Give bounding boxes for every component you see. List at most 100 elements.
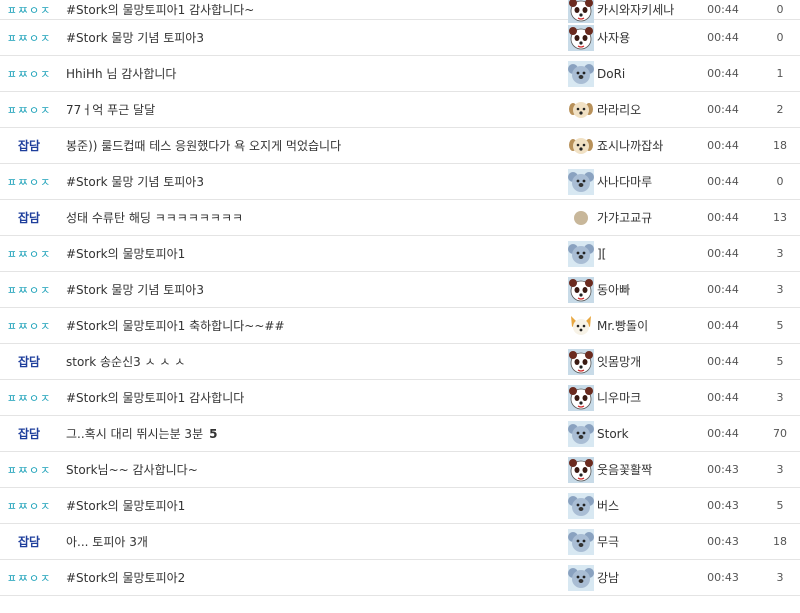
author-name[interactable]: 니우마크 bbox=[597, 389, 641, 406]
author-name[interactable]: 무극 bbox=[597, 533, 619, 550]
author[interactable]: 버스 bbox=[568, 488, 698, 523]
category-label[interactable]: ㅍㅉㅇㅈ bbox=[0, 560, 58, 595]
post-title-link[interactable]: stork 송순신3 ㅅ ㅅ ㅅ bbox=[66, 344, 550, 379]
author-name[interactable]: 강남 bbox=[597, 569, 619, 586]
post-row[interactable]: 잡담 성태 수류탄 해딩 ㅋㅋㅋㅋㅋㅋㅋㅋ 가갸고교규 00:44 13 bbox=[0, 200, 800, 236]
post-title-link[interactable]: 봉준)) 룰드컵때 테스 응원했다가 욕 오지게 먹었습니다 bbox=[66, 128, 550, 163]
post-title-link[interactable]: #Stork의 물망토피아1 축하합니다~~## bbox=[66, 308, 550, 343]
post-row[interactable]: ㅍㅉㅇㅈ 77ㅓ억 푸근 달달 라라리오 00:44 2 bbox=[0, 92, 800, 128]
author[interactable]: 가갸고교규 bbox=[568, 200, 698, 235]
post-row[interactable]: 잡담 봉준)) 룰드컵때 테스 응원했다가 욕 오지게 먹었습니다 죠시나까잡솨 00… bbox=[0, 128, 800, 164]
post-row[interactable]: 잡담 그..혹시 대리 뛰시는분 3분 5 Stork 00:44 70 bbox=[0, 416, 800, 452]
author[interactable]: 카시와자키세나 bbox=[568, 0, 698, 23]
post-title-link[interactable]: #Stork의 물망토피아1 감사합니다~ bbox=[66, 0, 550, 19]
post-title-link[interactable]: #Stork의 물망토피아2 bbox=[66, 560, 550, 595]
author-name[interactable]: 동아빠 bbox=[597, 281, 630, 298]
post-title[interactable]: #Stork의 물망토피아1 bbox=[66, 245, 185, 262]
post-title-link[interactable]: #Stork 물망 기념 토피아3 bbox=[66, 164, 550, 199]
post-title[interactable]: #Stork의 물망토피아2 bbox=[66, 569, 185, 586]
category-label[interactable]: ㅍㅉㅇㅈ bbox=[0, 452, 58, 487]
post-title-link[interactable]: 그..혹시 대리 뛰시는분 3분 5 bbox=[66, 416, 550, 451]
author[interactable]: ][ bbox=[568, 236, 698, 271]
post-row[interactable]: ㅍㅉㅇㅈ #Stork 물망 기념 토피아3 사나다마루 00:44 0 bbox=[0, 164, 800, 200]
category-label[interactable]: ㅍㅉㅇㅈ bbox=[0, 56, 58, 91]
post-title-link[interactable]: Stork님~~ 감사합니다~ bbox=[66, 452, 550, 487]
post-title[interactable]: #Stork 물망 기념 토피아3 bbox=[66, 281, 204, 298]
post-title[interactable]: #Stork 물망 기념 토피아3 bbox=[66, 173, 204, 190]
post-title[interactable]: 그..혹시 대리 뛰시는분 3분 bbox=[66, 425, 203, 442]
post-title-link[interactable]: #Stork의 물망토피아1 bbox=[66, 488, 550, 523]
author-name[interactable]: 가갸고교규 bbox=[597, 209, 652, 226]
author-name[interactable]: 잇몸망개 bbox=[597, 353, 641, 370]
author[interactable]: 무극 bbox=[568, 524, 698, 559]
post-title[interactable]: 아... 토피아 3개 bbox=[66, 533, 148, 550]
category-label[interactable]: 잡담 bbox=[0, 128, 58, 163]
author-name[interactable]: 버스 bbox=[597, 497, 619, 514]
category-label[interactable]: 잡담 bbox=[0, 416, 58, 451]
post-row[interactable]: ㅍㅉㅇㅈ #Stork의 물망토피아1 감사합니다~ 카시와자키세나 00:44 0 bbox=[0, 0, 800, 23]
author[interactable]: 사나다마루 bbox=[568, 164, 698, 199]
post-row[interactable]: ㅍㅉㅇㅈ #Stork의 물망토피아1 버스 00:43 5 bbox=[0, 488, 800, 524]
post-row[interactable]: ㅍㅉㅇㅈ #Stork의 물망토피아2 강남 00:43 3 bbox=[0, 560, 800, 596]
author-name[interactable]: 죠시나까잡솨 bbox=[597, 137, 663, 154]
category-label[interactable]: 잡담 bbox=[0, 524, 58, 559]
post-title[interactable]: #Stork의 물망토피아1 bbox=[66, 497, 185, 514]
category-label[interactable]: ㅍㅉㅇㅈ bbox=[0, 0, 58, 19]
author[interactable]: 사자용 bbox=[568, 20, 698, 55]
author[interactable]: DoRi bbox=[568, 56, 698, 91]
category-label[interactable]: ㅍㅉㅇㅈ bbox=[0, 236, 58, 271]
category-label[interactable]: ㅍㅉㅇㅈ bbox=[0, 272, 58, 307]
post-title[interactable]: #Stork의 물망토피아1 축하합니다~~## bbox=[66, 317, 285, 334]
post-title-link[interactable]: #Stork의 물망토피아1 감사합니다 bbox=[66, 380, 550, 415]
author[interactable]: Stork bbox=[568, 416, 698, 451]
post-title-link[interactable]: #Stork 물망 기념 토피아3 bbox=[66, 272, 550, 307]
author[interactable]: 라라리오 bbox=[568, 92, 698, 127]
post-row[interactable]: ㅍㅉㅇㅈ #Stork의 물망토피아1 감사합니다 니우마크 00:44 3 bbox=[0, 380, 800, 416]
post-title-link[interactable]: #Stork의 물망토피아1 bbox=[66, 236, 550, 271]
author-name[interactable]: 라라리오 bbox=[597, 101, 641, 118]
author[interactable]: 니우마크 bbox=[568, 380, 698, 415]
author-name[interactable]: 카시와자키세나 bbox=[597, 1, 674, 18]
category-label[interactable]: ㅍㅉㅇㅈ bbox=[0, 380, 58, 415]
post-row[interactable]: 잡담 stork 송순신3 ㅅ ㅅ ㅅ 잇몸망개 00:44 5 bbox=[0, 344, 800, 380]
post-title-link[interactable]: HhiHh 님 감사합니다 bbox=[66, 56, 550, 91]
author[interactable]: 죠시나까잡솨 bbox=[568, 128, 698, 163]
post-title[interactable]: #Stork 물망 기념 토피아3 bbox=[66, 29, 204, 46]
post-row[interactable]: ㅍㅉㅇㅈ #Stork의 물망토피아1][00:44 3 bbox=[0, 236, 800, 272]
post-row[interactable]: ㅍㅉㅇㅈ Stork님~~ 감사합니다~ 웃음꽃활짝 00:43 3 bbox=[0, 452, 800, 488]
post-title[interactable]: Stork님~~ 감사합니다~ bbox=[66, 461, 198, 478]
author-name[interactable]: DoRi bbox=[597, 67, 625, 81]
author-name[interactable]: 사나다마루 bbox=[597, 173, 652, 190]
post-title[interactable]: stork 송순신3 ㅅ ㅅ ㅅ bbox=[66, 353, 185, 370]
post-row[interactable]: ㅍㅉㅇㅈ #Stork 물망 기념 토피아3 사자용 00:44 0 bbox=[0, 20, 800, 56]
author-name[interactable]: 사자용 bbox=[597, 29, 630, 46]
post-title-link[interactable]: 아... 토피아 3개 bbox=[66, 524, 550, 559]
category-label[interactable]: ㅍㅉㅇㅈ bbox=[0, 92, 58, 127]
author-name[interactable]: 웃음꽃활짝 bbox=[597, 461, 652, 478]
category-label[interactable]: 잡담 bbox=[0, 200, 58, 235]
category-label[interactable]: ㅍㅉㅇㅈ bbox=[0, 20, 58, 55]
post-title[interactable]: 성태 수류탄 해딩 ㅋㅋㅋㅋㅋㅋㅋㅋ bbox=[66, 209, 243, 226]
post-title-link[interactable]: 성태 수류탄 해딩 ㅋㅋㅋㅋㅋㅋㅋㅋ bbox=[66, 200, 550, 235]
category-label[interactable]: ㅍㅉㅇㅈ bbox=[0, 308, 58, 343]
author-name[interactable]: Mr.빵돌이 bbox=[597, 317, 648, 334]
author[interactable]: 강남 bbox=[568, 560, 698, 595]
post-row[interactable]: ㅍㅉㅇㅈ #Stork 물망 기념 토피아3 동아빠 00:44 3 bbox=[0, 272, 800, 308]
post-title[interactable]: #Stork의 물망토피아1 감사합니다~ bbox=[66, 1, 254, 18]
author[interactable]: Mr.빵돌이 bbox=[568, 308, 698, 343]
post-row[interactable]: 잡담 아... 토피아 3개 무극 00:43 18 bbox=[0, 524, 800, 560]
post-row[interactable]: ㅍㅉㅇㅈ #Stork의 물망토피아1 축하합니다~~## Mr.빵돌이 00:44 5 bbox=[0, 308, 800, 344]
category-label[interactable]: ㅍㅉㅇㅈ bbox=[0, 164, 58, 199]
post-title-link[interactable]: #Stork 물망 기념 토피아3 bbox=[66, 20, 550, 55]
category-label[interactable]: ㅍㅉㅇㅈ bbox=[0, 488, 58, 523]
post-title[interactable]: 봉준)) 룰드컵때 테스 응원했다가 욕 오지게 먹었습니다 bbox=[66, 137, 341, 154]
author[interactable]: 잇몸망개 bbox=[568, 344, 698, 379]
post-row[interactable]: ㅍㅉㅇㅈ HhiHh 님 감사합니다 DoRi 00:44 1 bbox=[0, 56, 800, 92]
author[interactable]: 동아빠 bbox=[568, 272, 698, 307]
author[interactable]: 웃음꽃활짝 bbox=[568, 452, 698, 487]
post-title[interactable]: #Stork의 물망토피아1 감사합니다 bbox=[66, 389, 244, 406]
author-name[interactable]: ][ bbox=[597, 247, 606, 261]
post-title-link[interactable]: 77ㅓ억 푸근 달달 bbox=[66, 92, 550, 127]
post-title[interactable]: HhiHh 님 감사합니다 bbox=[66, 65, 176, 82]
post-title[interactable]: 77ㅓ억 푸근 달달 bbox=[66, 101, 155, 118]
